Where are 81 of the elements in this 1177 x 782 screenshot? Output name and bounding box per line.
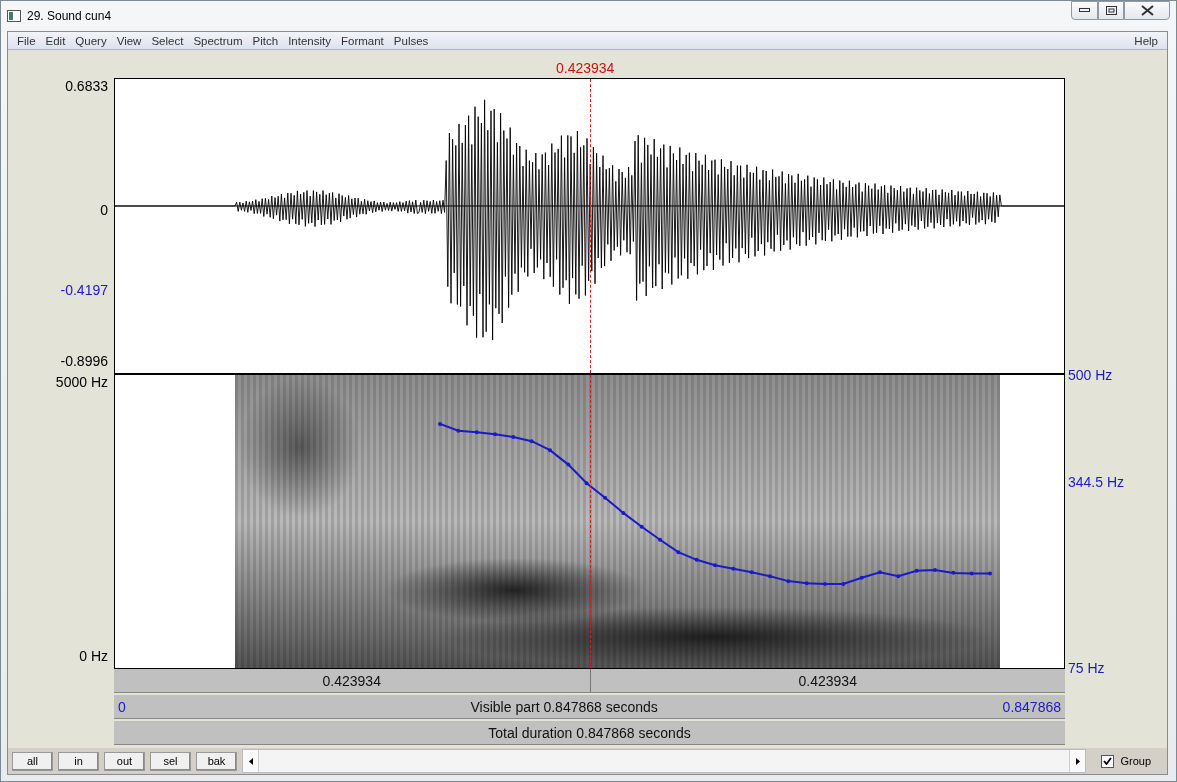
visible-end: 0.847868 bbox=[1001, 698, 1062, 715]
pitch-point bbox=[988, 571, 992, 576]
help-menu[interactable]: Help bbox=[1129, 34, 1163, 47]
menu-item[interactable]: Pitch bbox=[247, 34, 284, 47]
pitch-point bbox=[566, 462, 571, 467]
menu-item[interactable]: View bbox=[111, 34, 147, 47]
pitch-point bbox=[548, 448, 552, 453]
maximize-button[interactable] bbox=[1098, 1, 1124, 20]
menu-item[interactable]: Spectrum bbox=[188, 34, 248, 47]
pitch-point bbox=[493, 432, 497, 437]
window-app-icon bbox=[7, 10, 21, 22]
menu-item[interactable]: Pulses bbox=[388, 34, 434, 47]
pitch-point bbox=[933, 568, 937, 573]
pitch-axis-label: 500 Hz bbox=[1068, 368, 1113, 382]
pitch-point bbox=[511, 435, 516, 440]
pitch-point bbox=[841, 581, 846, 586]
frequency-label: 0 Hz bbox=[79, 648, 108, 665]
group-checkbox[interactable]: Group bbox=[1101, 754, 1151, 768]
menu-item[interactable]: Formant bbox=[336, 34, 389, 47]
pitch-point bbox=[603, 495, 607, 500]
cursor-time: 0.423934 bbox=[556, 60, 615, 78]
amplitude-label: 0 bbox=[100, 202, 108, 219]
checkbox[interactable] bbox=[1101, 754, 1115, 768]
checkmark-icon bbox=[1103, 757, 1113, 765]
pitch-point bbox=[713, 563, 717, 568]
amplitude-label: 0.6833 bbox=[65, 78, 108, 94]
pitch-point bbox=[621, 510, 626, 515]
zoom-button[interactable]: all bbox=[12, 751, 53, 771]
frequency-label: 5000 Hz bbox=[55, 374, 108, 390]
pitch-point bbox=[474, 430, 479, 435]
pitch-point bbox=[786, 579, 791, 584]
pitch-point bbox=[878, 570, 882, 575]
amplitude-label: -0.8996 bbox=[60, 353, 108, 370]
pitch-point bbox=[676, 550, 681, 555]
pitch-point bbox=[749, 570, 754, 575]
pitch-point bbox=[639, 524, 644, 529]
menu-item[interactable]: Select bbox=[146, 34, 189, 47]
segment-duration[interactable]: 0.423934 bbox=[114, 669, 591, 692]
zoom-button[interactable]: in bbox=[58, 751, 99, 771]
pitch-point bbox=[529, 439, 534, 444]
segment-duration[interactable]: 0.423934 bbox=[590, 669, 1065, 692]
menu-item[interactable]: Intensity bbox=[283, 34, 336, 47]
menu-item[interactable]: File bbox=[12, 34, 41, 47]
close-button[interactable] bbox=[1124, 1, 1170, 20]
pitch-point bbox=[438, 421, 442, 426]
pitch-point bbox=[914, 568, 919, 573]
right-arrow-icon bbox=[1075, 757, 1080, 765]
pitch-point bbox=[768, 574, 772, 579]
maximize-icon bbox=[1105, 6, 1117, 15]
visible-part-label: Visible part 0.847868 seconds bbox=[469, 698, 659, 715]
pitch-point bbox=[804, 581, 809, 586]
visible-start: 0 bbox=[117, 698, 127, 715]
pitch-point bbox=[896, 574, 901, 579]
pitch-point bbox=[584, 481, 589, 486]
zoom-button[interactable]: out bbox=[104, 751, 145, 771]
minimize-icon bbox=[1079, 8, 1090, 13]
total-duration-label: Total duration 0.847868 seconds bbox=[487, 724, 692, 741]
close-icon bbox=[1140, 5, 1154, 16]
pitch-point bbox=[969, 571, 974, 576]
zoom-button[interactable]: sel bbox=[150, 751, 191, 771]
scroll-right-button[interactable] bbox=[1070, 750, 1086, 772]
total-duration-bar[interactable]: Total duration 0.847868 seconds bbox=[114, 721, 1065, 745]
pitch-axis-label: 344.5 Hz bbox=[1068, 475, 1125, 490]
minimize-button[interactable] bbox=[1071, 1, 1098, 20]
amplitude-label: -0.4197 bbox=[60, 282, 108, 299]
window-title: 29. Sound cun4 bbox=[27, 9, 113, 23]
visible-part-bar[interactable]: 0 Visible part 0.847868 seconds 0.847868 bbox=[114, 695, 1065, 719]
pitch-point bbox=[694, 557, 699, 562]
menu-item[interactable]: Query bbox=[70, 34, 112, 47]
pitch-axis-label: 75 Hz bbox=[1068, 661, 1105, 675]
zoom-button[interactable]: bak bbox=[196, 751, 237, 771]
pitch-point bbox=[658, 537, 662, 542]
left-arrow-icon bbox=[248, 757, 253, 765]
horizontal-scrollbar[interactable] bbox=[242, 749, 1087, 773]
pitch-point bbox=[951, 570, 956, 575]
group-label: Group bbox=[1120, 755, 1151, 767]
pitch-point bbox=[859, 575, 864, 580]
scroll-left-button[interactable] bbox=[243, 750, 258, 772]
menu-item[interactable]: Edit bbox=[40, 34, 71, 47]
pitch-point bbox=[456, 428, 461, 433]
pitch-point bbox=[731, 566, 736, 571]
